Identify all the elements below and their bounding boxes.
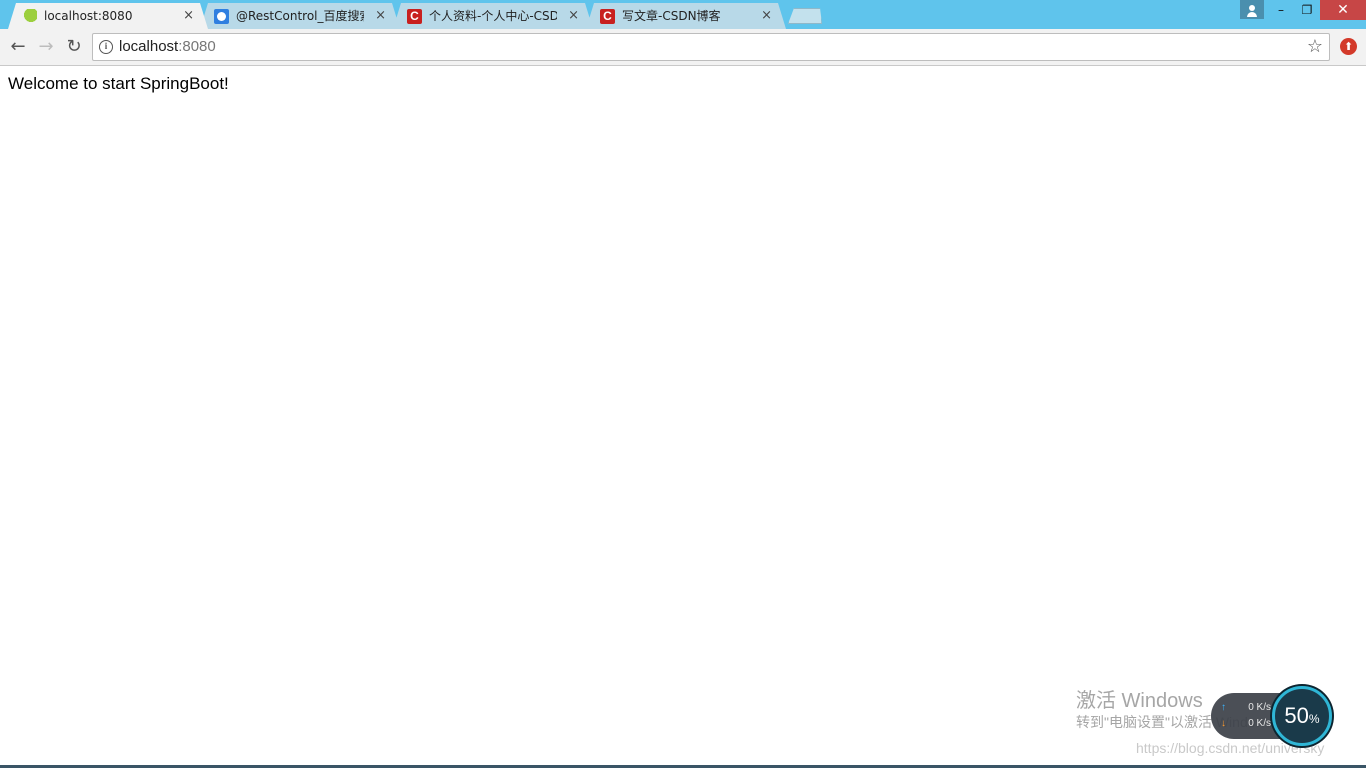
url-port: :8080: [178, 38, 216, 55]
new-tab-button[interactable]: [788, 8, 822, 24]
tab-baidu-search[interactable]: @RestControl_百度搜索 ×: [200, 3, 400, 29]
address-text[interactable]: localhost:8080: [119, 34, 216, 60]
close-icon[interactable]: ×: [183, 3, 194, 29]
tab-title: 写文章-CSDN博客: [622, 9, 721, 23]
url-host: localhost: [119, 38, 179, 55]
tab-title: localhost:8080: [44, 9, 133, 23]
restore-button[interactable]: ❐: [1294, 0, 1320, 20]
upload-arrow-icon: ↑: [1221, 702, 1226, 713]
page-content: Welcome to start SpringBoot!: [0, 67, 1366, 768]
user-profile-icon[interactable]: [1240, 0, 1264, 19]
site-info-icon[interactable]: i: [99, 40, 113, 54]
window-controls: – ❐ ✕: [1240, 0, 1366, 20]
bookmark-star-icon[interactable]: ☆: [1307, 36, 1323, 58]
upload-speed: ↑ 0 K/s: [1221, 702, 1271, 713]
tab-title: 个人资料-个人中心-CSDN: [429, 9, 557, 23]
tab-csdn-profile[interactable]: C 个人资料-个人中心-CSDN ×: [393, 3, 593, 29]
cpu-gauge[interactable]: 50%: [1272, 686, 1332, 746]
tab-localhost[interactable]: localhost:8080 ×: [8, 3, 208, 29]
baidu-paw-icon: [214, 9, 229, 24]
close-icon[interactable]: ×: [375, 3, 386, 29]
upload-speed-value: 0 K/s: [1248, 702, 1271, 713]
browser-toolbar: ← → ↻ i localhost:8080 ☆ ⬆: [0, 29, 1366, 66]
welcome-message: Welcome to start SpringBoot!: [8, 74, 229, 93]
csdn-icon: C: [600, 9, 615, 24]
close-icon[interactable]: ×: [761, 3, 772, 29]
tab-csdn-write[interactable]: C 写文章-CSDN博客 ×: [586, 3, 786, 29]
reload-button[interactable]: ↻: [62, 35, 86, 59]
close-icon[interactable]: ×: [568, 3, 579, 29]
tab-title: @RestControl_百度搜索: [236, 9, 364, 23]
browser-tabstrip: localhost:8080 × @RestControl_百度搜索 × C 个…: [0, 0, 1366, 29]
forward-button[interactable]: →: [34, 35, 58, 59]
download-speed: ↓ 0 K/s: [1221, 718, 1271, 729]
download-speed-value: 0 K/s: [1248, 718, 1271, 729]
cpu-unit: %: [1308, 712, 1320, 726]
extension-icon[interactable]: ⬆: [1340, 38, 1357, 55]
csdn-icon: C: [407, 9, 422, 24]
cpu-value: 50: [1284, 703, 1309, 728]
address-bar[interactable]: i localhost:8080 ☆: [92, 33, 1330, 61]
window-close-button[interactable]: ✕: [1320, 0, 1366, 20]
back-button[interactable]: ←: [6, 35, 30, 59]
minimize-button[interactable]: –: [1268, 0, 1294, 20]
spring-leaf-icon: [22, 9, 37, 24]
download-arrow-icon: ↓: [1221, 718, 1226, 729]
activate-windows-title: 激活 Windows: [1076, 690, 1203, 712]
